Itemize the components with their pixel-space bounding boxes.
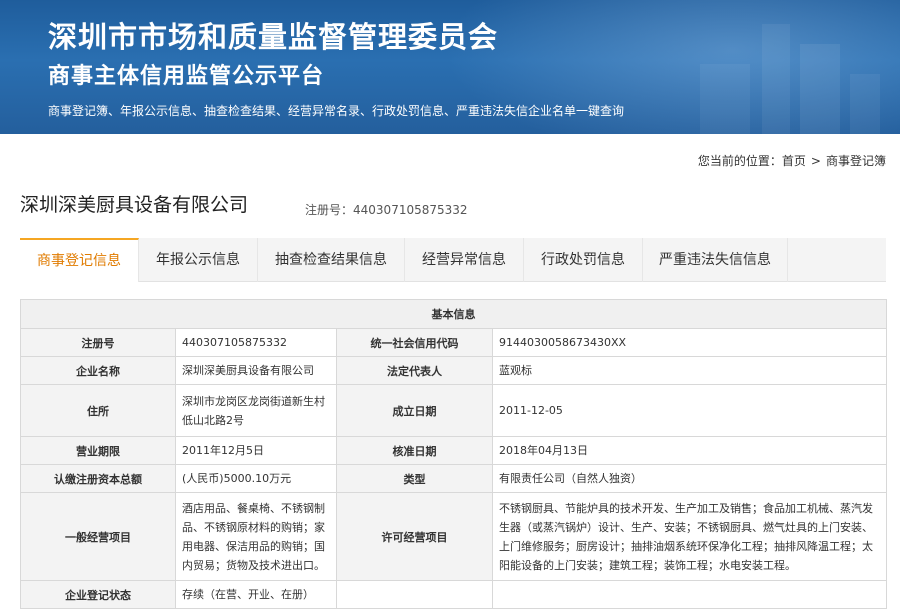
reg-number-value: 440307105875332 [353,203,468,217]
credit-code-value: 9144030058673430XX [492,328,887,357]
address-value: 深圳市龙岗区龙岗街道新生村低山北路2号 [175,384,337,437]
reg-no-label: 注册号 [20,328,176,357]
capital-label: 认缴注册资本总额 [20,464,176,493]
table-row: 认缴注册资本总额 (人民币)5000.10万元 类型 有限责任公司（自然人独资） [20,464,887,493]
breadcrumb-prefix: 您当前的位置： [697,154,782,168]
licensed-scope-label: 许可经营项目 [336,492,493,581]
empty-cell [336,580,493,609]
banner-building-shape [800,44,840,134]
table-row: 住所 深圳市龙岗区龙岗街道新生村低山北路2号 成立日期 2011-12-05 [20,384,887,437]
table-row: 营业期限 2011年12月5日 核准日期 2018年04月13日 [20,436,887,465]
approval-date-value: 2018年04月13日 [492,436,887,465]
banner-subtitle: 商事登记簿、年报公示信息、抽查检查结果、经营异常名录、行政处罚信息、严重违法失信… [48,104,625,118]
credit-code-label: 统一社会信用代码 [336,328,493,357]
platform-title: 商事主体信用监管公示平台 [48,63,325,89]
breadcrumb-current[interactable]: 商事登记簿 [826,154,886,168]
breadcrumb-home-link[interactable]: 首页 [782,154,806,168]
tab-serious-violation[interactable]: 严重违法失信信息 [643,238,788,282]
banner-building-shape [762,24,790,134]
general-scope-value: 酒店用品、餐桌椅、不锈钢制品、不锈钢原材料的购销；家用电器、保洁用品的购销；国内… [175,492,337,581]
tab-administrative-penalty[interactable]: 行政处罚信息 [524,238,643,282]
basic-info-section-title: 基本信息 [20,299,887,329]
basic-info-table: 基本信息 注册号 440307105875332 统一社会信用代码 914403… [20,299,887,609]
reg-number-label: 注册号： [305,203,354,217]
legal-rep-value: 蓝观标 [492,356,887,385]
info-tabs: 商事登记信息 年报公示信息 抽查检查结果信息 经营异常信息 行政处罚信息 严重违… [20,238,886,282]
general-scope-label: 一般经营项目 [20,492,176,581]
company-name: 深圳深美厨具设备有限公司 [20,194,249,216]
breadcrumb-separator: > [810,154,821,168]
company-reg-number: 注册号：440307105875332 [305,201,468,218]
tab-abnormal-operation[interactable]: 经营异常信息 [405,238,524,282]
tab-inspection-results[interactable]: 抽查检查结果信息 [258,238,405,282]
company-name-label: 企业名称 [20,356,176,385]
empty-cell [492,580,887,609]
term-label: 营业期限 [20,436,176,465]
agency-title: 深圳市市场和质量监督管理委员会 [48,20,499,54]
header-banner: 深圳市市场和质量监督管理委员会 商事主体信用监管公示平台 商事登记簿、年报公示信… [0,0,900,134]
table-row: 企业登记状态 存续（在营、开业、在册） [20,580,887,609]
table-row: 一般经营项目 酒店用品、餐桌椅、不锈钢制品、不锈钢原材料的购销；家用电器、保洁用… [20,492,887,581]
founded-label: 成立日期 [336,384,493,437]
registration-status-label: 企业登记状态 [20,580,176,609]
registration-status-value: 存续（在营、开业、在册） [175,580,337,609]
founded-value: 2011-12-05 [492,384,887,437]
company-name-value: 深圳深美厨具设备有限公司 [175,356,337,385]
company-type-value: 有限责任公司（自然人独资） [492,464,887,493]
table-row: 企业名称 深圳深美厨具设备有限公司 法定代表人 蓝观标 [20,356,887,385]
company-type-label: 类型 [336,464,493,493]
capital-value: (人民币)5000.10万元 [175,464,337,493]
legal-rep-label: 法定代表人 [336,356,493,385]
licensed-scope-value: 不锈钢厨具、节能炉具的技术开发、生产加工及销售；食品加工机械、蒸汽发生器（或蒸汽… [492,492,887,581]
approval-date-label: 核准日期 [336,436,493,465]
address-label: 住所 [20,384,176,437]
breadcrumb: 您当前的位置：首页 > 商事登记簿 [698,152,886,169]
tab-annual-report[interactable]: 年报公示信息 [139,238,258,282]
reg-no-value: 440307105875332 [175,328,337,357]
tab-registration-info[interactable]: 商事登记信息 [20,238,139,282]
term-value: 2011年12月5日 [175,436,337,465]
banner-building-shape [700,64,750,134]
table-row: 注册号 440307105875332 统一社会信用代码 91440300586… [20,328,887,357]
banner-building-shape [850,74,880,134]
